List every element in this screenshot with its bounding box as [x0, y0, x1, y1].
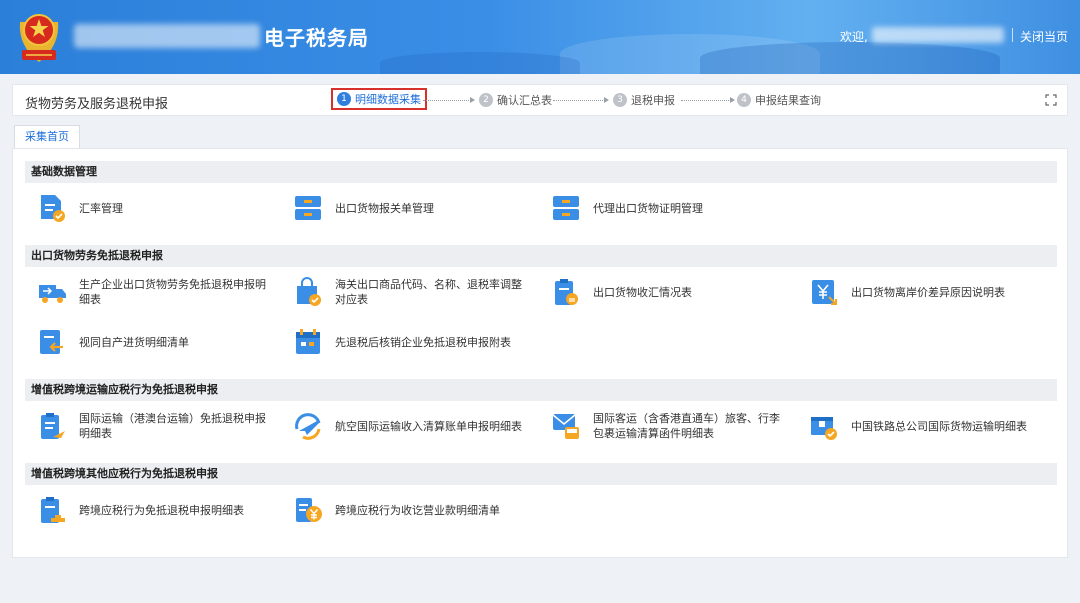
- step-number: 3: [613, 93, 627, 107]
- doc-yen-icon: [296, 498, 322, 522]
- header-decoration: [380, 52, 580, 74]
- menu-item[interactable]: 出口货物报关单管理: [293, 193, 533, 223]
- step-connector: [681, 97, 735, 103]
- cabinet-icon: [295, 196, 321, 220]
- menu-item-label: 出口货物收汇情况表: [593, 285, 692, 299]
- step-label: 申报结果查询: [755, 94, 821, 107]
- page-title: 货物劳务及服务退税申报: [25, 97, 169, 112]
- organization-name-redacted: [74, 24, 260, 48]
- step-4[interactable]: 4 申报结果查询: [737, 92, 821, 108]
- menu-item[interactable]: 先退税后核销企业免抵退税申报附表: [293, 327, 533, 357]
- step-1[interactable]: 1 明细数据采集: [331, 88, 427, 110]
- clipboard-stamp-icon: [41, 497, 65, 523]
- close-page-link[interactable]: 关闭当页: [1020, 28, 1068, 45]
- fullscreen-icon[interactable]: [1045, 94, 1057, 106]
- calendar-icon: [296, 329, 320, 354]
- menu-item[interactable]: 跨境应税行为免抵退税申报明细表: [37, 495, 277, 525]
- header-divider: [1012, 28, 1013, 42]
- menu-item-label: 先退税后核销企业免抵退税申报附表: [335, 335, 511, 349]
- box-check-icon: [811, 417, 837, 440]
- top-header: 电子税务局 欢迎, 关闭当页: [0, 0, 1080, 74]
- menu-item-label: 出口货物离岸价差异原因说明表: [851, 285, 1005, 299]
- menu-item-label: 跨境应税行为免抵退税申报明细表: [79, 503, 244, 517]
- menu-item-label: 航空国际运输收入清算账单申报明细表: [335, 419, 522, 433]
- menu-item[interactable]: 国际运输（港澳台运输）免抵退税申报明细表: [37, 411, 277, 441]
- truck-icon: [39, 285, 66, 303]
- main-panel: 基础数据管理 汇率管理 出口货物报关单管理 代理出口货物证明管理 出口货物劳务免…: [12, 148, 1068, 558]
- menu-item-label: 生产企业出口货物劳务免抵退税申报明细表: [79, 278, 266, 306]
- step-number: 1: [337, 92, 351, 106]
- step-label: 退税申报: [631, 94, 675, 107]
- step-connector: [553, 97, 609, 103]
- menu-item-label: 出口货物报关单管理: [335, 201, 434, 215]
- menu-item-label: 国际客运（含香港直通车）旅客、行李包裹运输清算函件明细表: [593, 412, 780, 440]
- menu-item[interactable]: 视同自产进货明细清单: [37, 327, 277, 357]
- menu-item-label: 代理出口货物证明管理: [593, 201, 703, 215]
- tab-collection-home[interactable]: 采集首页: [14, 125, 80, 149]
- plane-icon: [295, 413, 321, 440]
- bag-icon: [297, 277, 321, 306]
- menu-item-label: 视同自产进货明细清单: [79, 335, 189, 349]
- cabinet-icon: [553, 196, 579, 220]
- menu-item-label: 汇率管理: [79, 201, 123, 215]
- tax-emblem-icon: [19, 14, 59, 62]
- menu-item[interactable]: 跨境应税行为收讫营业款明细清单: [293, 495, 533, 525]
- step-connector: [423, 97, 475, 103]
- step-label: 确认汇总表: [497, 94, 552, 107]
- section-header: 基础数据管理: [25, 161, 1057, 183]
- yen-doc-icon: [812, 280, 837, 305]
- site-brand: 电子税务局: [264, 26, 369, 50]
- header-decoration: [700, 42, 1000, 74]
- menu-item-label: 跨境应税行为收讫营业款明细清单: [335, 503, 500, 517]
- section-header: 增值税跨境其他应税行为免抵退税申报: [25, 463, 1057, 485]
- step-2[interactable]: 2 确认汇总表: [479, 92, 552, 108]
- step-label: 明细数据采集: [355, 93, 421, 106]
- clipboard-plane-icon: [41, 413, 65, 439]
- menu-item[interactable]: 代理出口货物证明管理: [551, 193, 791, 223]
- welcome-text: 欢迎,: [840, 30, 868, 44]
- menu-item[interactable]: 生产企业出口货物劳务免抵退税申报明细表: [37, 277, 277, 307]
- menu-item[interactable]: 海关出口商品代码、名称、退税率调整对应表: [293, 277, 533, 307]
- section-header: 出口货物劳务免抵退税申报: [25, 245, 1057, 267]
- menu-item[interactable]: 汇率管理: [37, 193, 277, 223]
- step-3[interactable]: 3 退税申报: [613, 92, 675, 108]
- mail-bus-icon: [552, 414, 579, 439]
- menu-item-label: 海关出口商品代码、名称、退税率调整对应表: [335, 278, 522, 306]
- menu-item[interactable]: 国际客运（含香港直通车）旅客、行李包裹运输清算函件明细表: [551, 411, 791, 441]
- clipboard-coin-icon: [555, 279, 578, 305]
- menu-item[interactable]: 出口货物收汇情况表: [551, 277, 791, 307]
- step-number: 2: [479, 93, 493, 107]
- menu-item-label: 国际运输（港澳台运输）免抵退税申报明细表: [79, 412, 266, 440]
- menu-item[interactable]: 中国铁路总公司国际货物运输明细表: [809, 411, 1049, 441]
- menu-item[interactable]: 出口货物离岸价差异原因说明表: [809, 277, 1049, 307]
- section-header: 增值税跨境运输应税行为免抵退税申报: [25, 379, 1057, 401]
- menu-item-label: 中国铁路总公司国际货物运输明细表: [851, 419, 1027, 433]
- doc-check-icon: [41, 195, 65, 222]
- menu-item[interactable]: 航空国际运输收入清算账单申报明细表: [293, 411, 533, 441]
- username-redacted: [872, 27, 1004, 43]
- doc-arrow-icon: [40, 330, 63, 354]
- step-number: 4: [737, 93, 751, 107]
- title-bar: 货物劳务及服务退税申报 1 明细数据采集 2 确认汇总表 3 退税申报 4 申报…: [12, 84, 1068, 116]
